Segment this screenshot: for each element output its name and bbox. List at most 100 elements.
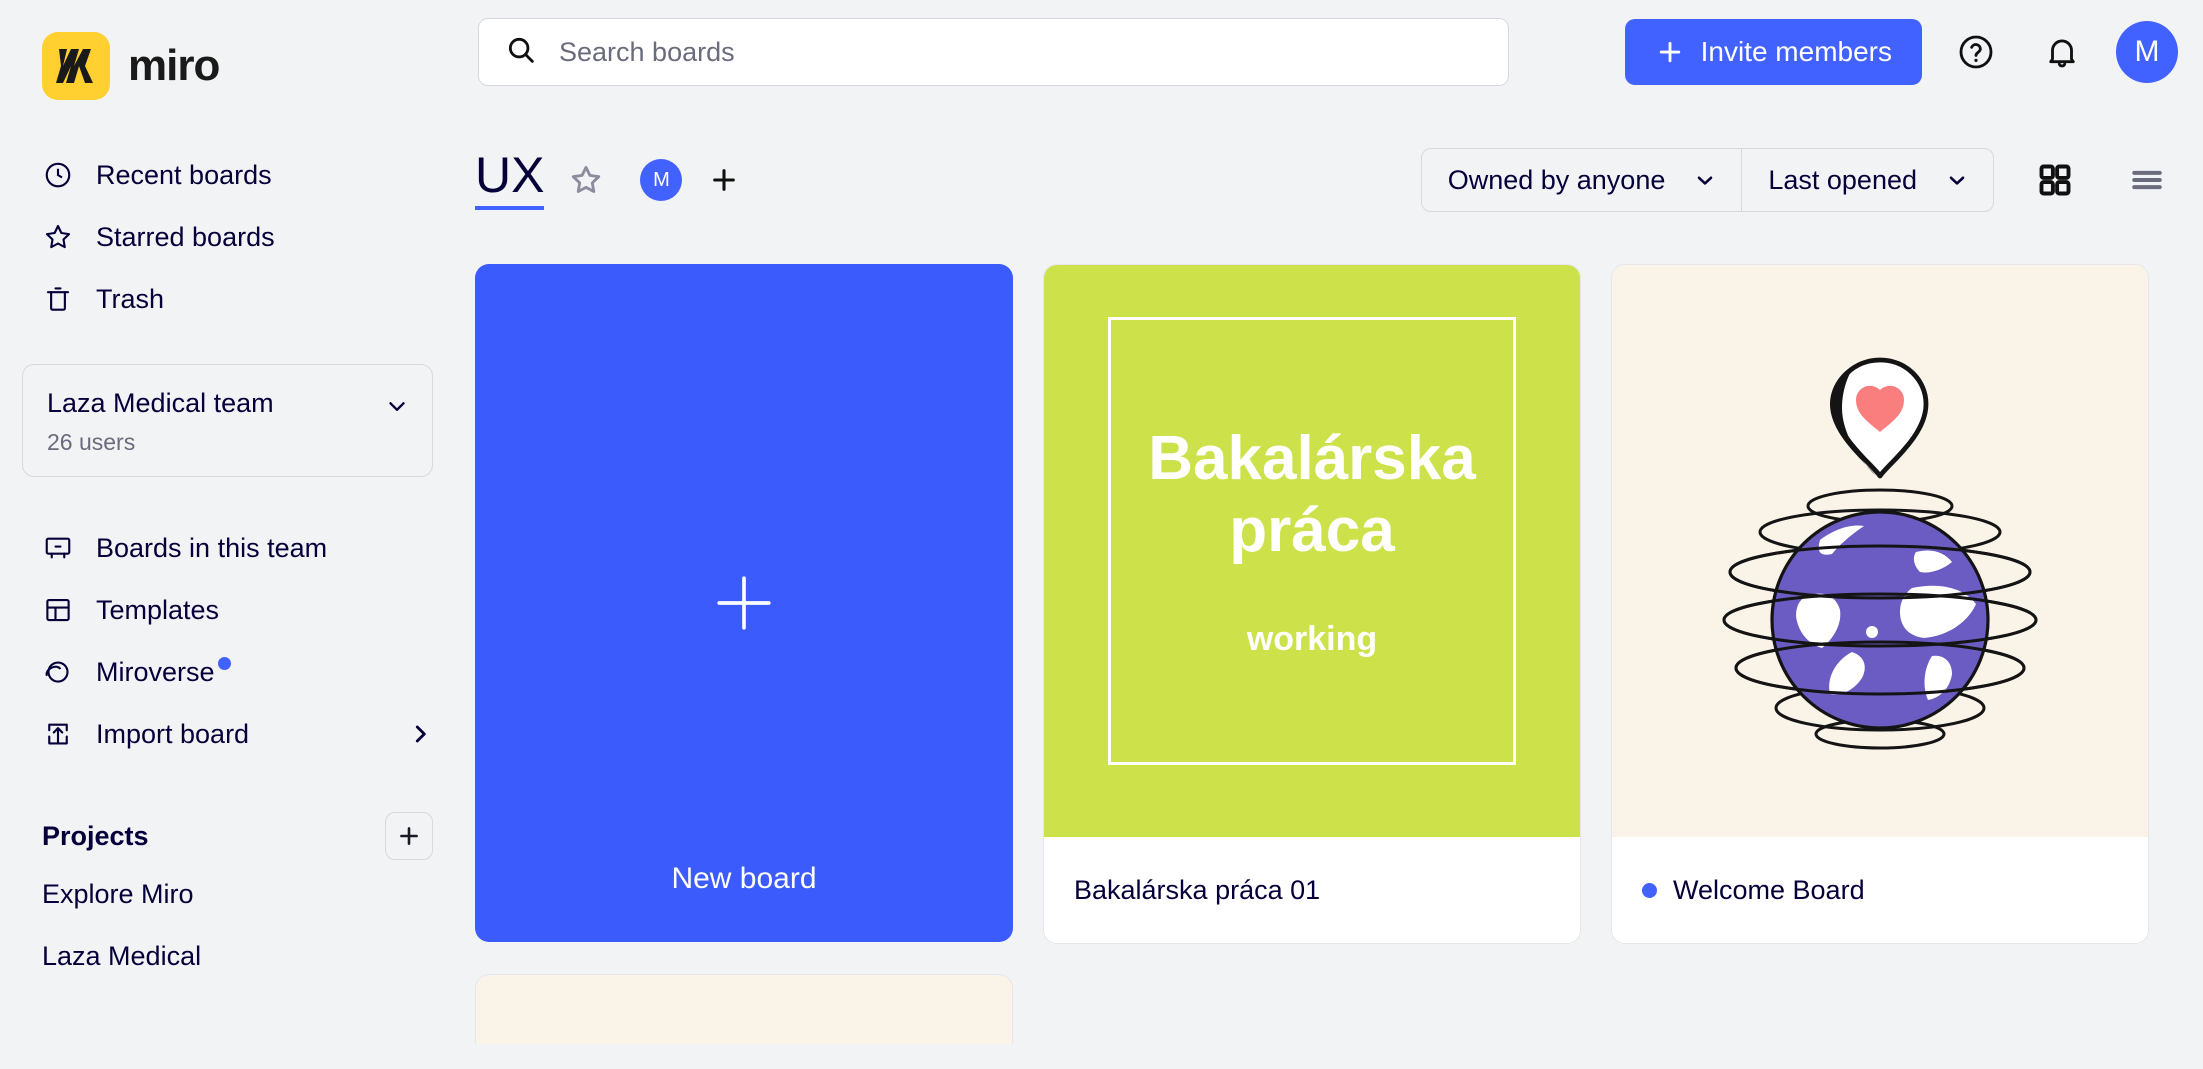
- board-icon: [42, 532, 74, 564]
- plus-icon: [717, 576, 771, 630]
- sidebar-item-miroverse[interactable]: Miroverse: [0, 641, 475, 703]
- sidebar-item-label: Starred boards: [96, 221, 275, 252]
- grid-spacer: [1043, 974, 1581, 1044]
- plus-icon: [400, 827, 418, 846]
- bell-icon: [2049, 39, 2075, 68]
- project-label: Laza Medical: [42, 940, 202, 971]
- main-content: Invite members M: [475, 0, 2203, 1069]
- board-thumbnail: Bakalárska práca working: [1044, 265, 1580, 837]
- chevron-down-icon: [384, 385, 410, 424]
- status-dot-icon: [1642, 882, 1657, 898]
- sidebar-item-templates[interactable]: Templates: [0, 579, 475, 641]
- list-view-button[interactable]: [2116, 149, 2178, 211]
- sidebar-item-label: Recent boards: [96, 159, 272, 190]
- sidebar-item-label: Import board: [96, 718, 250, 749]
- search-input[interactable]: [559, 19, 1482, 85]
- sidebar-item-label: Templates: [96, 594, 220, 625]
- sidebar-item-label: Miroverse: [96, 656, 231, 688]
- sidebar-team-nav: Boards in this team Templates Miroverse …: [0, 517, 475, 765]
- add-member-button[interactable]: [704, 160, 744, 200]
- top-bar-actions: Invite members M: [1624, 19, 2203, 85]
- boards-grid: New board Bakalárska práca working Bakal…: [475, 264, 2203, 944]
- grid-spacer: [1611, 974, 2149, 1044]
- plus-icon: [1659, 41, 1680, 63]
- star-icon: [572, 165, 601, 193]
- miro-wordmark: miro: [128, 41, 220, 90]
- invite-members-button[interactable]: Invite members: [1624, 19, 1922, 85]
- app-root: miro Recent boards Starred boards Trash …: [0, 0, 2203, 1069]
- avatar-initial: M: [2134, 35, 2160, 68]
- sidebar-item-text: Miroverse: [96, 656, 215, 687]
- search-box[interactable]: [478, 18, 1509, 86]
- plus-icon: [713, 169, 736, 191]
- sidebar-project-laza-medical[interactable]: Laza Medical: [0, 925, 475, 987]
- sidebar-item-recent-boards[interactable]: Recent boards: [0, 144, 475, 206]
- owner-filter-select[interactable]: Owned by anyone: [1422, 149, 1742, 211]
- owner-filter-value: Owned by anyone: [1447, 164, 1666, 195]
- sort-filter-value: Last opened: [1768, 164, 1917, 195]
- sidebar-item-import-board[interactable]: Import board: [0, 703, 475, 765]
- list-view-icon: [2132, 170, 2162, 190]
- user-avatar[interactable]: M: [2116, 21, 2178, 83]
- boards-grid-next-row: [475, 974, 2203, 1044]
- search-icon: [505, 34, 537, 71]
- filter-select-group: Owned by anyone Last opened: [1420, 148, 1994, 212]
- chevron-down-icon: [1698, 176, 1713, 185]
- board-name: Welcome Board: [1673, 874, 1865, 905]
- project-member-avatar[interactable]: M: [640, 159, 683, 201]
- team-name: Laza Medical team: [47, 388, 274, 418]
- new-board-label: New board: [671, 862, 817, 895]
- thumbnail-title: Bakalárska práca: [1148, 424, 1476, 565]
- add-project-button[interactable]: [385, 812, 433, 861]
- new-board-tile[interactable]: New board: [475, 264, 1013, 942]
- board-name: Bakalárska práca 01: [1074, 874, 1321, 905]
- chevron-right-icon: [407, 721, 433, 747]
- globe-illustration-icon: [1722, 357, 2038, 750]
- projects-title: Projects: [42, 820, 149, 851]
- thumbnail-subtitle: working: [1246, 619, 1378, 658]
- team-switcher[interactable]: Laza Medical team 26 users: [22, 364, 433, 478]
- sidebar-primary-nav: Recent boards Starred boards Trash: [0, 144, 475, 330]
- miro-chevrons-icon: [56, 49, 93, 83]
- help-button[interactable]: [1944, 20, 2008, 84]
- notification-dot-icon: [217, 656, 231, 670]
- miro-logo[interactable]: miro: [0, 28, 475, 104]
- board-card-footer: Welcome Board: [1612, 837, 2148, 943]
- team-user-count: 26 users: [47, 429, 136, 456]
- new-board-card[interactable]: New board: [475, 264, 1013, 944]
- board-card[interactable]: Welcome Board: [1611, 264, 2149, 944]
- sidebar-item-label: Trash: [96, 283, 165, 314]
- sidebar-item-starred-boards[interactable]: Starred boards: [0, 206, 475, 268]
- import-icon: [42, 718, 74, 750]
- board-card-footer: Bakalárska práca 01: [1044, 837, 1580, 943]
- thumbnail-frame: Bakalárska práca working: [1108, 317, 1516, 765]
- grid-view-button[interactable]: [2024, 149, 2086, 211]
- grid-view-icon: [2039, 164, 2071, 196]
- template-icon: [42, 594, 74, 626]
- notifications-button[interactable]: [2030, 20, 2094, 84]
- board-card-partial[interactable]: [475, 974, 1013, 1044]
- sidebar-item-boards-in-this-team[interactable]: Boards in this team: [0, 517, 475, 579]
- sidebar-item-label: Boards in this team: [96, 532, 328, 563]
- miro-logo-mark: [42, 32, 110, 100]
- chevron-down-icon: [1949, 176, 1965, 185]
- page-title[interactable]: UX: [475, 150, 545, 210]
- board-thumbnail: [1612, 265, 2148, 837]
- board-header: UX M Owned by anyone Last opened: [475, 132, 2203, 228]
- clock-icon: [42, 159, 74, 191]
- planet-icon: [42, 656, 74, 688]
- projects-section-header: Projects: [0, 809, 475, 863]
- board-filters: Owned by anyone Last opened: [1420, 148, 2178, 212]
- board-card[interactable]: Bakalárska práca working Bakalárska prác…: [1043, 264, 1581, 944]
- sidebar-item-trash[interactable]: Trash: [0, 268, 475, 330]
- top-bar: Invite members M: [475, 0, 2203, 104]
- trash-icon: [42, 283, 74, 315]
- star-project-button[interactable]: [568, 162, 604, 198]
- avatar-initial: M: [653, 168, 670, 191]
- invite-members-label: Invite members: [1700, 36, 1892, 67]
- help-circle-icon: [1959, 35, 1993, 69]
- sort-filter-select[interactable]: Last opened: [1741, 149, 1993, 211]
- project-label: Explore Miro: [42, 878, 194, 909]
- sidebar-project-explore-miro[interactable]: Explore Miro: [0, 863, 475, 925]
- star-icon: [42, 221, 74, 253]
